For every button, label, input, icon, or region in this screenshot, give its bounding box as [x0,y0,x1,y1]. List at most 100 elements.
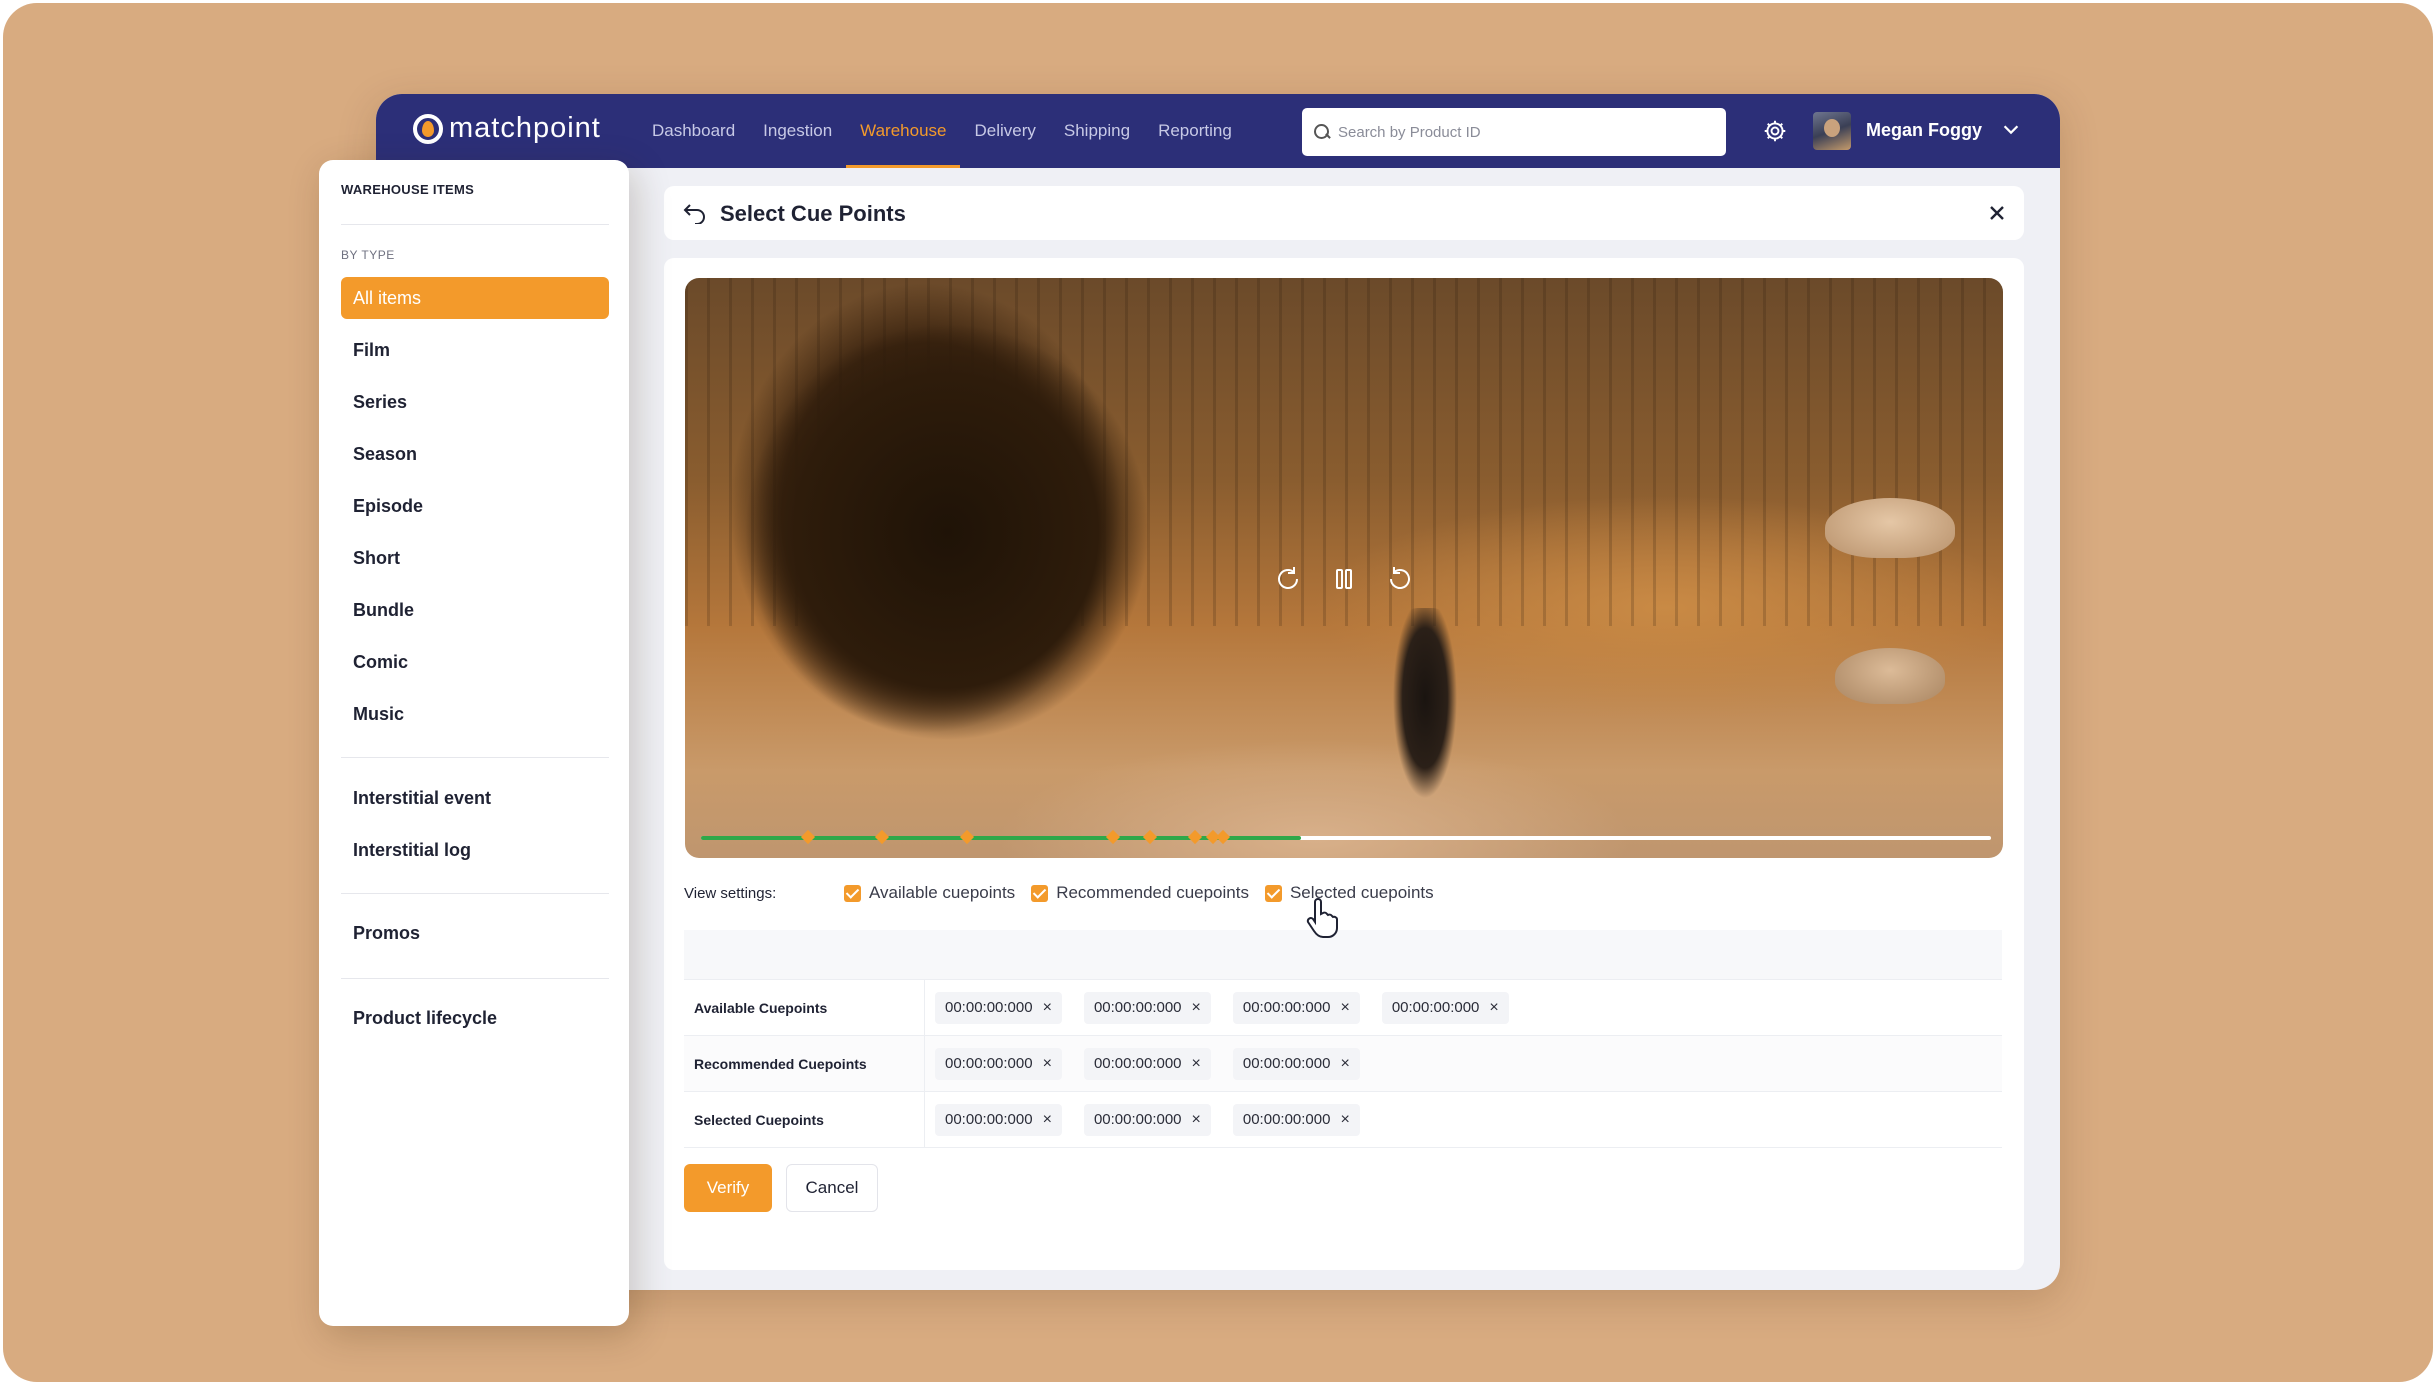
sidebar-item-product-lifecycle[interactable]: Product lifecycle [341,997,609,1039]
nav-shipping[interactable]: Shipping [1050,94,1144,168]
chip-list: 00:00:00:000 × 00:00:00:000 × 00:00:00:000… [924,980,1509,1035]
sidebar-item-all-items[interactable]: All items [341,277,609,319]
close-icon[interactable]: × [1340,1055,1349,1072]
cue-marker[interactable] [1142,829,1157,845]
selected-cuepoints-option[interactable]: Selected cuepoints [1264,883,1434,903]
sidebar-item-season[interactable]: Season [341,433,609,475]
verify-button[interactable]: Verify [684,1164,772,1212]
modal-title: Select Cue Points [720,201,906,226]
close-icon[interactable]: × [1043,1055,1052,1072]
back-arrow-icon[interactable] [682,202,708,224]
cuepoint-chip[interactable]: 00:00:00:000 × [935,1103,1062,1136]
cuepoint-chip[interactable]: 00:00:00:000 × [1083,991,1211,1024]
sidebar-item-promos[interactable]: Promos [341,912,609,954]
video-frame-rock [1835,648,1945,704]
search-box [1302,108,1726,156]
nav-reporting[interactable]: Reporting [1144,94,1246,168]
close-icon[interactable]: × [1192,999,1201,1016]
pause-icon[interactable] [1327,562,1361,596]
row-label: Recommended Cuepoints [694,1055,867,1072]
cancel-button[interactable]: Cancel [786,1164,878,1212]
selected-cuepoints-checkbox[interactable] [1264,884,1282,902]
modal-body: View settings: Available cuepoints Recom… [664,258,2024,1270]
close-icon[interactable]: × [1489,999,1498,1016]
video-player[interactable] [685,278,2003,858]
sidebar-title: WAREHOUSE ITEMS [341,182,475,197]
nav-warehouse[interactable]: Warehouse [846,94,961,168]
close-icon[interactable]: × [1043,1111,1052,1128]
close-icon[interactable] [1986,202,2008,224]
divider [341,893,609,894]
player-controls [1271,562,1417,596]
available-cuepoints-label: Available cuepoints [869,883,1016,902]
recommended-cuepoints-label: Recommended cuepoints [1056,883,1249,902]
sidebar-item-interstitial-event[interactable]: Interstitial event [341,777,609,819]
cue-marker[interactable] [874,829,889,845]
cuepoint-chip[interactable]: 00:00:00:000 × [1381,991,1509,1024]
search-icon [1314,124,1330,140]
table-row: Selected Cuepoints 00:00:00:000 × 00:00:0… [684,1092,2002,1148]
video-frame-rock [1825,498,1955,558]
logo-text: matchpoint [449,112,601,144]
row-label: Available Cuepoints [694,999,828,1016]
sidebar-item-episode[interactable]: Episode [341,485,609,527]
view-settings-label: View settings: [684,884,777,902]
sidebar-item-bundle[interactable]: Bundle [341,589,609,631]
video-timeline[interactable] [701,829,1991,845]
recommended-cuepoints-checkbox[interactable] [1031,884,1049,902]
nav-delivery[interactable]: Delivery [960,94,1049,168]
sidebar-item-interstitial-log[interactable]: Interstitial log [341,829,609,871]
divider [341,978,609,979]
sidebar-item-comic[interactable]: Comic [341,641,609,683]
main-nav: Dashboard Ingestion Warehouse Delivery S… [638,94,1246,168]
table-row: Recommended Cuepoints 00:00:00:000 × 00:0… [684,1036,2002,1092]
cuepoint-chip[interactable]: 00:00:00:000 × [1083,1047,1211,1080]
close-icon[interactable]: × [1340,1111,1349,1128]
chevron-down-icon[interactable] [2000,118,2022,140]
divider [341,757,609,758]
cuepoint-chip[interactable]: 00:00:00:000 × [1083,1103,1211,1136]
cue-marker[interactable] [959,829,974,845]
close-icon[interactable]: × [1192,1111,1201,1128]
cuepoint-chip[interactable]: 00:00:00:000 × [1232,991,1360,1024]
sidebar-item-short[interactable]: Short [341,537,609,579]
sidebar-item-series[interactable]: Series [341,381,609,423]
cue-marker[interactable] [1187,829,1203,845]
cuepoint-chip[interactable]: 00:00:00:000 × [1232,1103,1360,1136]
cue-marker[interactable] [1216,829,1231,845]
nav-ingestion[interactable]: Ingestion [749,94,846,168]
logo[interactable]: matchpoint [413,112,601,145]
divider [341,224,609,225]
sidebar-item-music[interactable]: Music [341,693,609,735]
available-cuepoints-option[interactable]: Available cuepoints [844,883,1015,903]
video-frame-person [1385,608,1465,808]
cuepoint-chip[interactable]: 00:00:00:000 × [935,991,1062,1024]
logo-icon [413,113,443,144]
nav-dashboard[interactable]: Dashboard [638,94,749,168]
chip-list: 00:00:00:000 × 00:00:00:000 × 00:00:00:000… [924,1092,1360,1147]
cue-marker[interactable] [800,829,816,845]
avatar[interactable] [1813,112,1851,150]
user-name[interactable]: Megan Foggy [1866,120,1982,141]
gear-icon[interactable] [1762,118,1788,144]
row-label: Selected Cuepoints [694,1111,824,1128]
close-icon[interactable]: × [1043,999,1052,1016]
close-icon[interactable]: × [1192,1055,1201,1072]
sidebar-section-label: BY TYPE [341,248,395,262]
cuepoint-chip[interactable]: 00:00:00:000 × [1232,1047,1360,1080]
cuepoint-chip[interactable]: 00:00:00:000 × [935,1047,1062,1080]
recommended-cuepoints-option[interactable]: Recommended cuepoints [1031,883,1249,903]
close-icon[interactable]: × [1340,999,1349,1016]
cuepoints-table: Available Cuepoints 00:00:00:000 × 00:00:… [684,930,2002,1148]
table-row: Available Cuepoints 00:00:00:000 × 00:00:… [684,980,2002,1036]
rewind-icon[interactable] [1271,562,1305,596]
forward-icon[interactable] [1383,562,1417,596]
available-cuepoints-checkbox[interactable] [844,884,861,902]
modal-header: Select Cue Points [664,186,2024,240]
cue-marker[interactable] [1105,829,1120,845]
warehouse-sidebar: WAREHOUSE ITEMS BY TYPE All items Film S… [319,160,629,1326]
search-input[interactable] [1338,123,1718,141]
sidebar-item-film[interactable]: Film [341,329,609,371]
cursor-hand-icon [1306,898,1338,938]
cuepoints-table-header [684,930,2002,980]
